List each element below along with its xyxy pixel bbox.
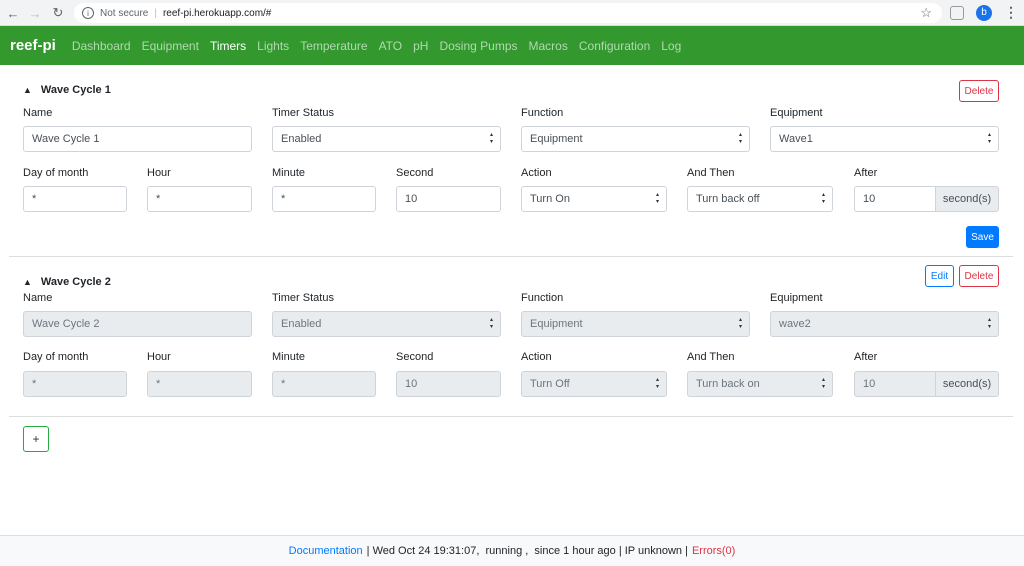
- save-button[interactable]: Save: [966, 226, 999, 248]
- menu-kebab-icon[interactable]: ⋮: [1004, 4, 1018, 21]
- collapse-caret-icon[interactable]: ▲: [23, 85, 32, 95]
- action-select: Turn Off: [521, 371, 667, 397]
- nav-dashboard[interactable]: Dashboard: [72, 39, 131, 53]
- nav-equipment[interactable]: Equipment: [142, 39, 199, 53]
- status-text: | Wed Oct 24 19:31:07, running , since 1…: [366, 545, 688, 557]
- function-select[interactable]: Equipment: [521, 126, 750, 152]
- hour-label: Hour: [147, 351, 171, 363]
- equipment-label: Equipment: [770, 107, 823, 119]
- day-of-month-input[interactable]: *: [23, 186, 127, 212]
- second-input[interactable]: 10: [396, 186, 501, 212]
- after-label: After: [854, 351, 878, 363]
- seconds-unit-addon: second(s): [936, 371, 999, 397]
- and-then-select[interactable]: Turn back off: [687, 186, 833, 212]
- name-label: Name: [23, 107, 53, 119]
- delete-button[interactable]: Delete: [959, 80, 999, 102]
- second-input: 10: [396, 371, 501, 397]
- documentation-link[interactable]: Documentation: [289, 545, 363, 557]
- status-footer: Documentation | Wed Oct 24 19:31:07, run…: [0, 535, 1024, 566]
- nav-ph[interactable]: pH: [413, 39, 428, 53]
- address-bar[interactable]: i Not secure | reef-pi.herokuapp.com/# ☆: [74, 3, 942, 23]
- nav-log[interactable]: Log: [661, 39, 681, 53]
- profile-avatar[interactable]: b: [976, 4, 992, 21]
- equipment-label: Equipment: [770, 292, 823, 304]
- day-of-month-input: *: [23, 371, 127, 397]
- action-label: Action: [521, 351, 552, 363]
- info-icon[interactable]: i: [82, 7, 94, 19]
- brand-logo[interactable]: reef-pi: [10, 37, 56, 54]
- timer-title: Wave Cycle 2: [40, 276, 111, 288]
- after-label: After: [854, 167, 878, 179]
- url-text[interactable]: reef-pi.herokuapp.com/#: [163, 8, 271, 19]
- address-separator: |: [154, 7, 157, 19]
- seconds-unit-addon: second(s): [936, 186, 999, 212]
- security-label: Not secure: [100, 7, 149, 19]
- timer-card: ▲ Wave Cycle 2 Edit Delete Name Timer St…: [9, 257, 1013, 417]
- hour-input[interactable]: *: [147, 186, 252, 212]
- timer-status-label: Timer Status: [272, 107, 334, 119]
- forward-arrow-icon[interactable]: →: [24, 2, 46, 24]
- timer-header[interactable]: ▲ Wave Cycle 2: [23, 276, 111, 288]
- equipment-select[interactable]: Wave1: [770, 126, 999, 152]
- timer-header[interactable]: ▲ Wave Cycle 1: [23, 84, 111, 96]
- extension-icon[interactable]: [950, 5, 964, 20]
- app-navbar: reef-pi Dashboard Equipment Timers Light…: [0, 26, 1024, 65]
- nav-lights[interactable]: Lights: [257, 39, 289, 53]
- and-then-label: And Then: [687, 351, 735, 363]
- function-label: Function: [521, 292, 564, 304]
- name-input: Wave Cycle 2: [23, 311, 252, 337]
- day-of-month-label: Day of month: [23, 351, 89, 363]
- nav-ato[interactable]: ATO: [379, 39, 403, 53]
- reload-icon[interactable]: ↻: [47, 2, 69, 24]
- nav-macros[interactable]: Macros: [529, 39, 568, 53]
- timer-status-select[interactable]: Enabled: [272, 126, 501, 152]
- back-arrow-icon[interactable]: ←: [2, 2, 24, 24]
- browser-toolbar: ← → ↻ i Not secure | reef-pi.herokuapp.c…: [0, 0, 1024, 26]
- function-select: Equipment: [521, 311, 750, 337]
- delete-button[interactable]: Delete: [959, 265, 999, 287]
- action-label: Action: [521, 167, 552, 179]
- minute-input[interactable]: *: [272, 186, 376, 212]
- edit-button[interactable]: Edit: [925, 265, 954, 287]
- second-label: Second: [396, 351, 434, 363]
- action-select[interactable]: Turn On: [521, 186, 667, 212]
- after-input: 10: [854, 371, 936, 397]
- second-label: Second: [396, 167, 434, 179]
- minute-label: Minute: [272, 167, 306, 179]
- errors-link[interactable]: Errors(0): [692, 545, 735, 557]
- bookmark-star-icon[interactable]: ☆: [920, 5, 932, 21]
- and-then-label: And Then: [687, 167, 735, 179]
- and-then-select: Turn back on: [687, 371, 833, 397]
- add-timer-button[interactable]: +: [23, 426, 49, 452]
- nav-dosing-pumps[interactable]: Dosing Pumps: [439, 39, 517, 53]
- nav-timers[interactable]: Timers: [210, 39, 246, 53]
- minute-label: Minute: [272, 351, 306, 363]
- browser-actions: b ⋮: [950, 4, 1018, 21]
- nav-temperature[interactable]: Temperature: [300, 39, 367, 53]
- timer-status-label: Timer Status: [272, 292, 334, 304]
- timer-card: ▲ Wave Cycle 1 Delete Name Timer Status …: [9, 65, 1013, 257]
- nav-configuration[interactable]: Configuration: [579, 39, 650, 53]
- function-label: Function: [521, 107, 564, 119]
- hour-input: *: [147, 371, 252, 397]
- name-input[interactable]: Wave Cycle 1: [23, 126, 252, 152]
- collapse-caret-icon[interactable]: ▲: [23, 277, 32, 287]
- name-label: Name: [23, 292, 53, 304]
- timer-title: Wave Cycle 1: [40, 84, 111, 96]
- hour-label: Hour: [147, 167, 171, 179]
- timer-status-select: Enabled: [272, 311, 501, 337]
- after-input[interactable]: 10: [854, 186, 936, 212]
- day-of-month-label: Day of month: [23, 167, 89, 179]
- minute-input: *: [272, 371, 376, 397]
- equipment-select: wave2: [770, 311, 999, 337]
